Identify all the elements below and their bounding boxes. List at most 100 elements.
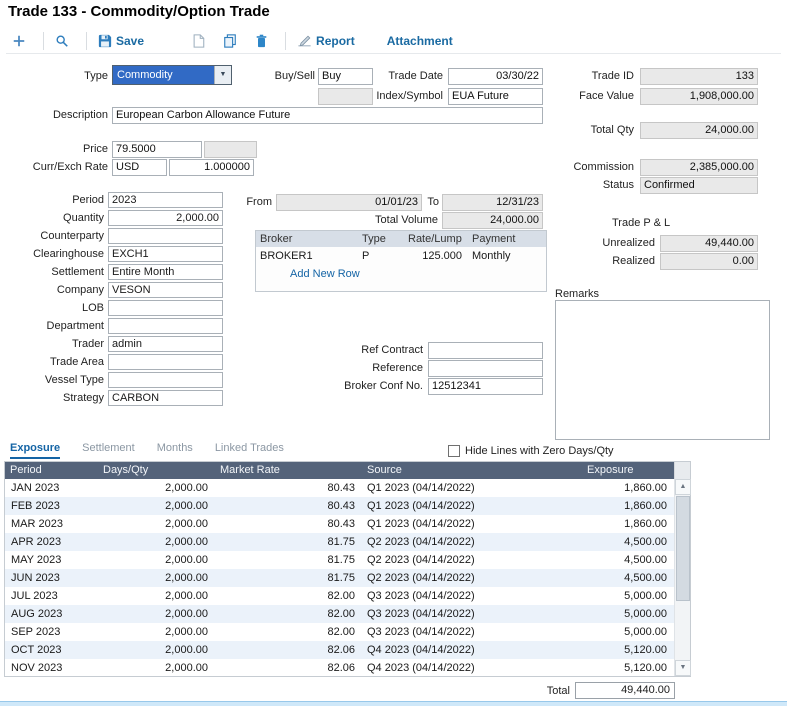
trash-icon	[255, 34, 268, 48]
cell-source: Q3 2023 (04/14/2022)	[362, 623, 582, 641]
table-row[interactable]: MAY 2023 2,000.00 81.75 Q2 2023 (04/14/2…	[5, 551, 674, 569]
cell-period: JUN 2023	[5, 569, 98, 587]
cell-market-rate: 81.75	[215, 569, 362, 587]
market-rate-col-header[interactable]: Market Rate	[215, 462, 362, 479]
type-selected-value: Commodity	[113, 66, 214, 84]
cell-days-qty: 2,000.00	[98, 533, 215, 551]
field-clearinghouse[interactable]: EXCH1	[108, 246, 223, 262]
scroll-up-icon[interactable]: ▲	[675, 479, 691, 495]
field-department[interactable]	[108, 318, 223, 334]
hide-zero-lines-checkbox[interactable]	[448, 445, 460, 457]
period-col-header[interactable]: Period	[5, 462, 98, 479]
currency-field[interactable]: USD	[112, 159, 167, 176]
cell-period: FEB 2023	[5, 497, 98, 515]
exch-rate-field[interactable]: 1.000000	[169, 159, 254, 176]
delete-button[interactable]	[249, 32, 274, 50]
type-dropdown[interactable]: Commodity ▼	[112, 65, 232, 85]
symbol-field[interactable]: EUA Future	[448, 88, 543, 105]
table-row[interactable]: AUG 2023 2,000.00 82.00 Q3 2023 (04/14/2…	[5, 605, 674, 623]
cell-exposure: 5,120.00	[582, 641, 674, 659]
tab-linked-trades[interactable]: Linked Trades	[215, 442, 284, 459]
tab-exposure[interactable]: Exposure	[10, 442, 60, 459]
new-trade-button[interactable]	[6, 32, 32, 50]
form-row: Strategy CARBON	[8, 389, 233, 407]
curr-exch-rate-label: Curr/Exch Rate	[14, 161, 108, 174]
cell-period: NOV 2023	[5, 659, 98, 676]
field-label: Department	[8, 320, 108, 332]
cell-market-rate: 81.75	[215, 551, 362, 569]
window-bottom-edge	[0, 701, 787, 706]
field-settlement[interactable]: Entire Month	[108, 264, 223, 280]
field-lob[interactable]	[108, 300, 223, 316]
field-label: Counterparty	[8, 230, 108, 242]
scroll-down-icon[interactable]: ▼	[675, 660, 691, 676]
source-col-header[interactable]: Source	[362, 462, 582, 479]
table-scrollbar[interactable]: ▲ ▼	[674, 479, 690, 676]
save-button[interactable]: Save	[92, 32, 150, 50]
cell-exposure: 4,500.00	[582, 569, 674, 587]
trade-id-field: 133	[640, 68, 758, 85]
table-row[interactable]: JUL 2023 2,000.00 82.00 Q3 2023 (04/14/2…	[5, 587, 674, 605]
remarks-textarea[interactable]	[555, 300, 770, 440]
cell-source: Q1 2023 (04/14/2022)	[362, 497, 582, 515]
field-label: Strategy	[8, 392, 108, 404]
report-label: Report	[316, 34, 355, 48]
cell-exposure: 5,000.00	[582, 605, 674, 623]
field-vessel-type[interactable]	[108, 372, 223, 388]
tab-settlement[interactable]: Settlement	[82, 442, 135, 459]
field-period[interactable]: 2023	[108, 192, 223, 208]
field-trader[interactable]: admin	[108, 336, 223, 352]
unrealized-field: 49,440.00	[660, 235, 758, 252]
cell-period: JUL 2023	[5, 587, 98, 605]
attachment-button[interactable]: Attachment	[381, 32, 459, 50]
form-row: Trade Area	[8, 353, 233, 371]
total-exposure-field: 49,440.00	[575, 682, 675, 699]
form-row: Period 2023	[8, 191, 233, 209]
report-button[interactable]: Report	[291, 32, 361, 50]
copy-button[interactable]	[217, 32, 243, 50]
payment-col-header: Payment	[468, 231, 546, 247]
table-row[interactable]: SEP 2023 2,000.00 82.00 Q3 2023 (04/14/2…	[5, 623, 674, 641]
status-label: Status	[540, 179, 634, 192]
broker-row[interactable]: BROKER1 P 125.000 Monthly	[256, 247, 546, 265]
table-row[interactable]: OCT 2023 2,000.00 82.06 Q4 2023 (04/14/2…	[5, 641, 674, 659]
price-field[interactable]: 79.5000	[112, 141, 202, 158]
field-label: Clearinghouse	[8, 248, 108, 260]
cell-days-qty: 2,000.00	[98, 587, 215, 605]
price-label: Price	[28, 143, 108, 156]
table-row[interactable]: APR 2023 2,000.00 81.75 Q2 2023 (04/14/2…	[5, 533, 674, 551]
cell-market-rate: 82.00	[215, 605, 362, 623]
field-company[interactable]: VESON	[108, 282, 223, 298]
table-row[interactable]: JAN 2023 2,000.00 80.43 Q1 2023 (04/14/2…	[5, 479, 674, 497]
field-strategy[interactable]: CARBON	[108, 390, 223, 406]
days-qty-col-header[interactable]: Days/Qty	[98, 462, 215, 479]
cell-exposure: 1,860.00	[582, 479, 674, 497]
field-counterparty[interactable]	[108, 228, 223, 244]
new-document-button[interactable]	[186, 32, 211, 50]
table-row[interactable]: MAR 2023 2,000.00 80.43 Q1 2023 (04/14/2…	[5, 515, 674, 533]
exposure-col-header[interactable]: Exposure	[582, 462, 674, 479]
add-new-row-link[interactable]: Add New Row	[256, 265, 546, 283]
description-field[interactable]: European Carbon Allowance Future	[112, 107, 543, 124]
scrollbar-thumb[interactable]	[676, 496, 690, 601]
search-button[interactable]	[49, 32, 75, 50]
table-row[interactable]: JUN 2023 2,000.00 81.75 Q2 2023 (04/14/2…	[5, 569, 674, 587]
save-label: Save	[116, 34, 144, 48]
total-qty-label: Total Qty	[540, 124, 634, 137]
reference-field[interactable]	[428, 360, 543, 377]
trade-date-field[interactable]: 03/30/22	[448, 68, 543, 85]
field-label: Vessel Type	[8, 374, 108, 386]
ref-contract-field[interactable]	[428, 342, 543, 359]
broker-conf-no-field[interactable]: 12512341	[428, 378, 543, 395]
field-quantity[interactable]: 2,000.00	[108, 210, 223, 226]
cell-days-qty: 2,000.00	[98, 569, 215, 587]
trade-id-label: Trade ID	[540, 70, 634, 83]
table-row[interactable]: FEB 2023 2,000.00 80.43 Q1 2023 (04/14/2…	[5, 497, 674, 515]
form-row: LOB	[8, 299, 233, 317]
tab-months[interactable]: Months	[157, 442, 193, 459]
buy-sell-field[interactable]: Buy	[318, 68, 373, 85]
table-row[interactable]: NOV 2023 2,000.00 82.06 Q4 2023 (04/14/2…	[5, 659, 674, 676]
cell-market-rate: 80.43	[215, 479, 362, 497]
field-trade-area[interactable]	[108, 354, 223, 370]
total-volume-label: Total Volume	[348, 214, 438, 227]
